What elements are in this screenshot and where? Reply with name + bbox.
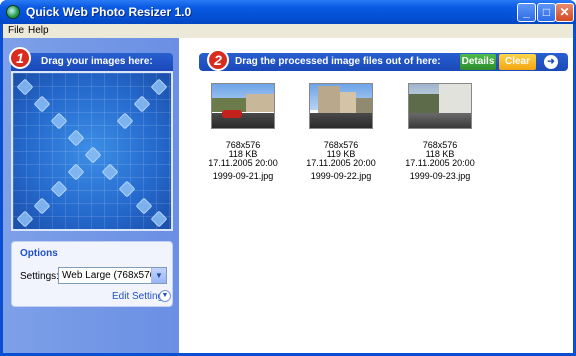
clear-button[interactable]: Clear [499, 54, 536, 70]
client-area: 1 Drag your images here: Options Setting… [3, 38, 573, 353]
output-header-label: Drag the processed image files out of he… [235, 56, 441, 67]
window-title: Quick Web Photo Resizer 1.0 [26, 5, 192, 19]
image-drop-zone[interactable] [11, 71, 173, 231]
step-badge: 1 [9, 47, 31, 69]
close-button[interactable]: ✕ [555, 3, 574, 22]
file-name: 1999-09-23.jpg [409, 171, 471, 181]
app-icon [6, 5, 20, 19]
photo-thumbnail [309, 83, 373, 129]
file-name: 1999-09-22.jpg [310, 171, 372, 181]
file-name: 1999-09-21.jpg [212, 171, 274, 181]
expand-chevron-icon[interactable]: ▼ [159, 290, 171, 302]
menu-file[interactable]: File [8, 25, 24, 36]
details-button[interactable]: Details [460, 54, 496, 70]
menu-help[interactable]: Help [28, 25, 49, 36]
photo-thumbnail [211, 83, 275, 129]
drop-zone-header-label: Drag your images here: [41, 56, 153, 67]
options-title: Options [20, 248, 58, 259]
chevron-down-icon[interactable]: ▼ [151, 268, 166, 283]
title-bar[interactable]: Quick Web Photo Resizer 1.0 _ □ ✕ [0, 0, 576, 24]
settings-dropdown[interactable]: Web Large (768x576) ▼ [58, 267, 167, 284]
arrow-right-icon[interactable]: ➜ [544, 55, 558, 69]
settings-dropdown-value: Web Large (768x576) [62, 270, 159, 281]
photo-thumbnail [408, 83, 472, 129]
app-window: Quick Web Photo Resizer 1.0 _ □ ✕ File H… [0, 0, 576, 356]
menu-bar: File Help [3, 24, 573, 38]
file-date: 17.11.2005 20:00 [405, 158, 475, 168]
output-header: 2 Drag the processed image files out of … [199, 49, 568, 71]
file-date: 17.11.2005 20:00 [208, 158, 278, 168]
left-panel: 1 Drag your images here: Options Setting… [3, 38, 179, 353]
file-date: 17.11.2005 20:00 [306, 158, 376, 168]
step-badge: 2 [207, 49, 229, 71]
drop-zone-header: 1 Drag your images here: [9, 47, 173, 71]
maximize-button[interactable]: □ [537, 3, 556, 22]
options-panel: Options Settings: Web Large (768x576) ▼ … [11, 241, 173, 307]
settings-label: Settings: [20, 271, 59, 282]
minimize-button[interactable]: _ [517, 3, 536, 22]
